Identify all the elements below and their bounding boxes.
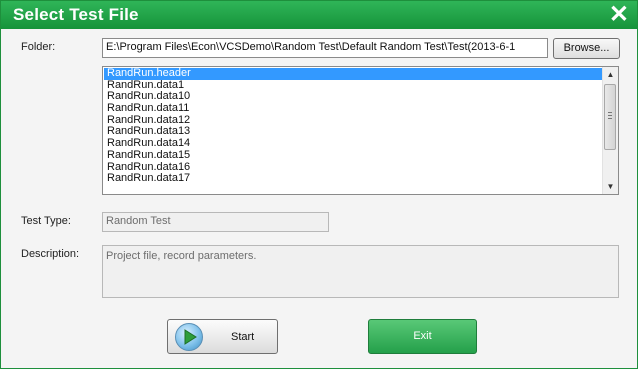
play-icon	[175, 323, 203, 351]
file-list-item[interactable]: RandRun.data15	[104, 149, 604, 162]
thumb-grip-icon	[608, 115, 612, 116]
close-icon[interactable]: ✕	[609, 2, 629, 28]
file-list-item[interactable]: RandRun.header	[104, 67, 604, 80]
thumb-grip-icon	[608, 118, 612, 119]
file-list[interactable]: RandRun.header RandRun.data1 RandRun.data1…	[102, 66, 619, 195]
exit-button[interactable]: Exit	[368, 319, 477, 354]
file-list-items: RandRun.header RandRun.data1 RandRun.data1…	[104, 67, 604, 185]
description-field: Project file, record parameters.	[102, 245, 619, 298]
folder-path-field[interactable]: E:\Program Files\Econ\VCSDemo\Random Tes…	[102, 38, 548, 58]
browse-button[interactable]: Browse...	[553, 38, 620, 59]
dialog-title: Select Test File	[13, 5, 139, 24]
scroll-thumb[interactable]	[604, 84, 616, 150]
file-list-item[interactable]: RandRun.data17	[104, 172, 604, 185]
title-bar[interactable]: Select Test File ✕	[1, 1, 637, 29]
test-type-label: Test Type:	[21, 215, 71, 227]
select-test-file-dialog: Select Test File ✕ Folder: E:\Program Fi…	[0, 0, 638, 369]
scroll-up-arrow-icon[interactable]: ▲	[603, 67, 618, 82]
folder-label: Folder:	[21, 41, 56, 53]
test-type-field: Random Test	[102, 212, 329, 232]
file-list-item[interactable]: RandRun.data11	[104, 102, 604, 115]
start-button-label: Start	[231, 331, 255, 343]
scroll-down-arrow-icon[interactable]: ▼	[603, 179, 618, 194]
thumb-grip-icon	[608, 112, 612, 113]
description-label: Description:	[21, 248, 80, 260]
start-button[interactable]: Start	[167, 319, 278, 354]
file-list-scrollbar[interactable]: ▲ ▼	[602, 67, 618, 194]
